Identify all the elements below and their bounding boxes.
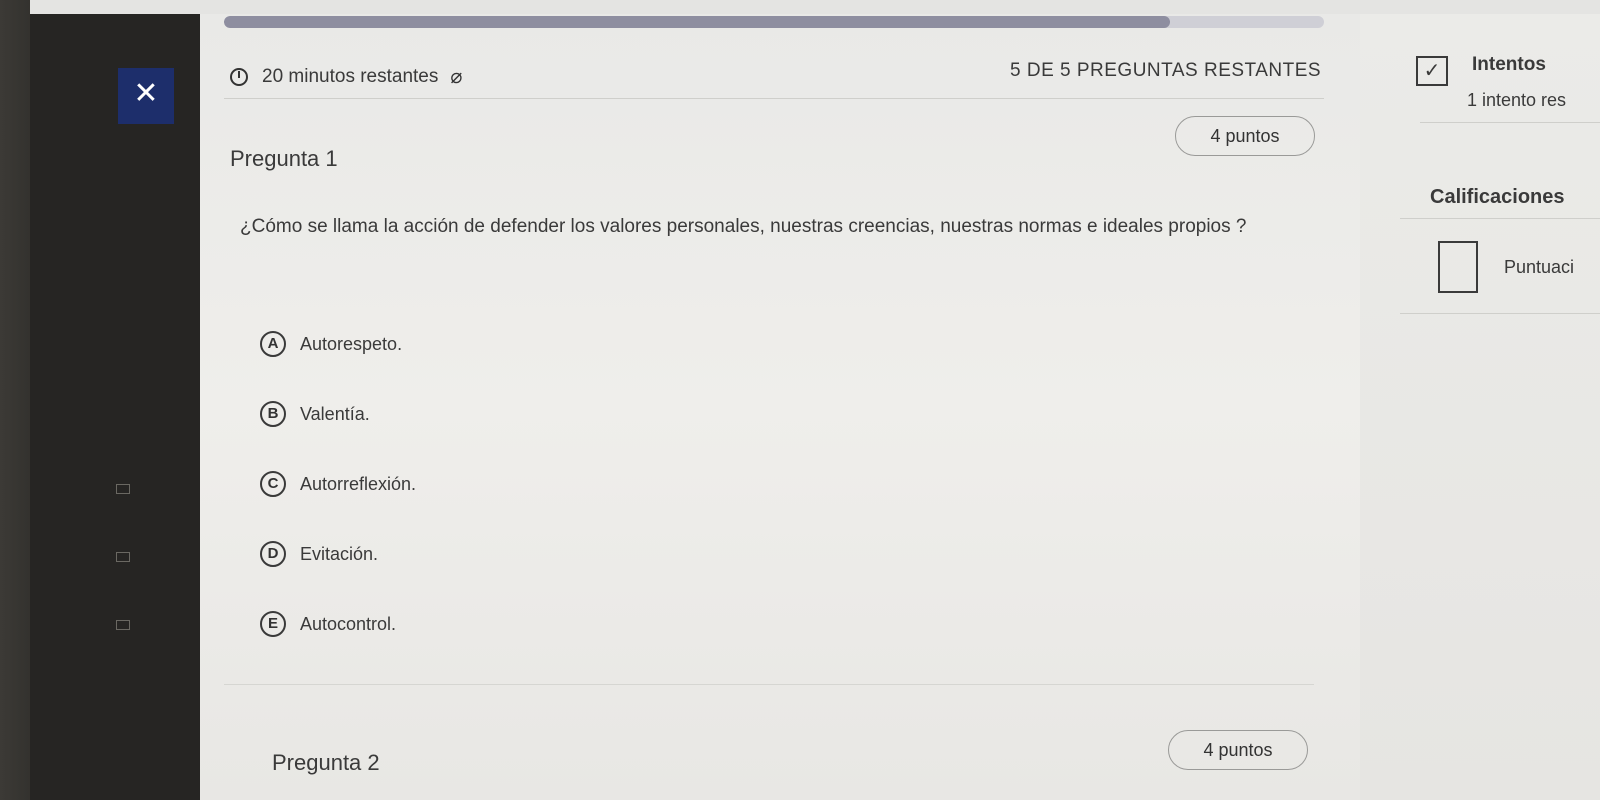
answer-options: A Autorespeto. B Valentía. C Autorreflex… — [260, 309, 416, 659]
answer-option-b[interactable]: B Valentía. — [260, 379, 416, 449]
header-divider — [224, 98, 1324, 99]
rail-grid-icon[interactable] — [116, 552, 130, 562]
rail-icons — [112, 484, 136, 688]
left-navigation-rail — [30, 14, 200, 800]
score-label: Puntuaci — [1504, 257, 1575, 277]
timer: 20 minutos restantes ⌀ — [230, 64, 462, 89]
answer-option-c[interactable]: C Autorreflexión. — [260, 449, 416, 519]
question-divider — [224, 684, 1314, 685]
option-text-e: Autocontrol. — [300, 613, 397, 634]
answer-option-e[interactable]: E Autocontrol. — [260, 589, 416, 659]
quiz-screen: ✕ 20 minutos restantes ⌀ 5 DE 5 PREGUNTA… — [30, 0, 1600, 800]
answer-option-d[interactable]: D Evitación. — [260, 519, 416, 589]
attempts-remaining: 1 intento res — [1467, 90, 1567, 110]
sidebar-divider — [1420, 122, 1600, 123]
rail-calendar-icon[interactable] — [116, 484, 130, 494]
question-2-points: 4 puntos — [1168, 730, 1308, 770]
option-text-a: Autorespeto. — [300, 333, 403, 354]
clock-icon — [230, 67, 248, 86]
option-letter-a: A — [260, 331, 286, 357]
grades-title: Calificaciones — [1430, 186, 1565, 208]
document-icon — [1438, 241, 1478, 293]
quiz-progress-bar — [224, 16, 1324, 28]
question-panel: 20 minutos restantes ⌀ 5 DE 5 PREGUNTAS … — [200, 14, 1360, 800]
score-section: Puntuaci — [1400, 218, 1600, 314]
close-icon: ✕ — [133, 77, 159, 110]
option-text-c: Autorreflexión. — [300, 473, 417, 494]
answer-option-a[interactable]: A Autorespeto. — [260, 309, 416, 379]
close-button[interactable]: ✕ — [118, 68, 174, 124]
time-remaining: 20 minutos restantes — [262, 65, 439, 87]
option-letter-e: E — [260, 611, 286, 637]
option-text-d: Evitación. — [300, 543, 379, 564]
question-2-title: Pregunta 2 — [272, 750, 380, 775]
question-1-points: 4 puntos — [1175, 116, 1315, 156]
quiz-progress-fill — [224, 16, 1170, 28]
quiz-info-sidebar: ✓ Intentos 1 intento res Calificaciones … — [1360, 14, 1600, 800]
option-text-b: Valentía. — [300, 403, 370, 424]
question-1-prompt: ¿Cómo se llama la acción de defender los… — [240, 216, 1247, 237]
rail-message-icon[interactable] — [116, 620, 130, 630]
question-1-title: Pregunta 1 — [230, 146, 338, 171]
option-letter-d: D — [260, 541, 286, 567]
option-letter-b: B — [260, 401, 286, 427]
attempts-title: Intentos — [1472, 54, 1546, 75]
checkbox-icon: ✓ — [1416, 56, 1448, 86]
hide-timer-icon[interactable]: ⌀ — [450, 64, 462, 89]
option-letter-c: C — [260, 471, 286, 497]
questions-remaining: 5 DE 5 PREGUNTAS RESTANTES — [1010, 60, 1322, 81]
